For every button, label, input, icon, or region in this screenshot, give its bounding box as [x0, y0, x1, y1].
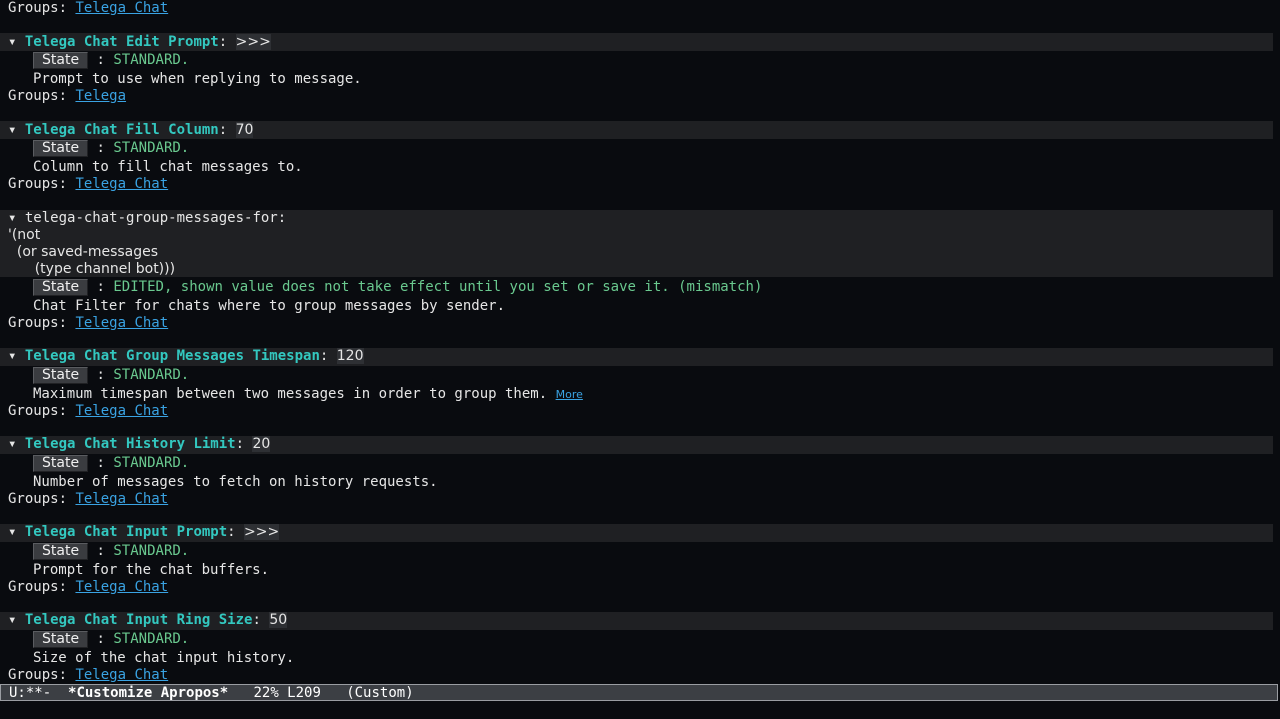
- buffer-position: 22% L209: [253, 685, 321, 701]
- option-header-edit-prompt: ▾ Telega Chat Edit Prompt: >>>: [8, 34, 271, 50]
- groups-line: Groups: Telega Chat: [8, 667, 169, 683]
- option-name: telega-chat-group-messages-for:: [24, 210, 287, 226]
- group-link[interactable]: Telega Chat: [75, 315, 168, 331]
- collapse-triangle-icon[interactable]: ▾: [8, 436, 16, 452]
- group-link[interactable]: Telega Chat: [75, 176, 168, 192]
- option-value-field[interactable]: 20: [252, 436, 271, 452]
- option-header-input-ring-size: ▾ Telega Chat Input Ring Size: 50: [8, 612, 288, 628]
- state-text: EDITED, shown value does not take effect…: [113, 279, 763, 295]
- option-value-field[interactable]: 70: [235, 122, 254, 138]
- group-link[interactable]: Telega Chat: [75, 579, 168, 595]
- state-line: State : STANDARD.: [33, 542, 189, 560]
- option-name: Telega Chat Edit Prompt: [24, 34, 219, 50]
- state-button[interactable]: State: [33, 455, 89, 472]
- option-header-fill-column: ▾ Telega Chat Fill Column: 70: [8, 122, 254, 138]
- buffer-name[interactable]: *Customize Apropos*: [68, 685, 228, 701]
- groups-line: Groups: Telega Chat: [8, 176, 169, 192]
- collapse-triangle-icon[interactable]: ▾: [8, 210, 16, 226]
- group-link[interactable]: Telega Chat: [75, 491, 168, 507]
- state-text: STANDARD.: [113, 543, 190, 559]
- option-value-field[interactable]: 50: [269, 612, 288, 628]
- state-line: State : STANDARD.: [33, 630, 189, 648]
- state-line: State : STANDARD.: [33, 51, 189, 69]
- customize-buffer: Groups: Telega Chat ▾ Telega Chat Edit P…: [0, 0, 1280, 684]
- option-name: Telega Chat Input Ring Size: [24, 612, 253, 628]
- option-name: Telega Chat History Limit: [24, 436, 236, 452]
- state-button[interactable]: State: [33, 140, 89, 157]
- state-line: State : STANDARD.: [33, 366, 189, 384]
- option-doc: Maximum timespan between two messages in…: [33, 386, 548, 402]
- option-header-history-limit: ▾ Telega Chat History Limit: 20: [8, 436, 271, 452]
- minibuffer[interactable]: [0, 702, 1280, 719]
- option-doc: Number of messages to fetch on history r…: [33, 474, 438, 490]
- groups-line: Groups: Telega Chat: [8, 315, 169, 331]
- option-doc: Column to fill chat messages to.: [33, 159, 303, 175]
- state-text: STANDARD.: [113, 140, 190, 156]
- collapse-triangle-icon[interactable]: ▾: [8, 122, 16, 138]
- option-value-field[interactable]: 120: [336, 348, 364, 364]
- collapse-triangle-icon[interactable]: ▾: [8, 348, 16, 364]
- option-value-line[interactable]: '(not: [8, 226, 40, 244]
- state-line: State : EDITED, shown value does not tak…: [33, 278, 762, 296]
- option-value-line[interactable]: (or saved-messages: [8, 243, 158, 261]
- state-text: STANDARD.: [113, 455, 190, 471]
- group-link[interactable]: Telega Chat: [75, 403, 168, 419]
- groups-line: Groups: Telega: [8, 88, 127, 104]
- state-button[interactable]: State: [33, 543, 89, 560]
- option-doc-line: Maximum timespan between two messages in…: [33, 385, 583, 403]
- state-button[interactable]: State: [33, 52, 89, 69]
- state-text: STANDARD.: [113, 367, 190, 383]
- collapse-triangle-icon[interactable]: ▾: [8, 612, 16, 628]
- groups-line: Groups: Telega Chat: [8, 579, 169, 595]
- option-value-field[interactable]: >>>: [244, 524, 280, 540]
- state-button[interactable]: State: [33, 631, 89, 648]
- option-header-input-prompt: ▾ Telega Chat Input Prompt: >>>: [8, 524, 280, 540]
- major-mode[interactable]: (Custom): [346, 685, 413, 701]
- option-header-group-messages-for: ▾ telega-chat-group-messages-for:: [8, 209, 286, 227]
- option-name: Telega Chat Group Messages Timespan: [24, 348, 320, 364]
- option-doc: Chat Filter for chats where to group mes…: [33, 298, 506, 314]
- groups-line: Groups: Telega Chat: [8, 491, 169, 507]
- option-name: Telega Chat Fill Column: [24, 122, 219, 138]
- option-doc: Prompt to use when replying to message.: [33, 71, 362, 87]
- state-button[interactable]: State: [33, 367, 89, 384]
- option-value-field[interactable]: >>>: [235, 34, 271, 50]
- option-header-timespan: ▾ Telega Chat Group Messages Timespan: 1…: [8, 348, 364, 364]
- group-link[interactable]: Telega: [75, 88, 126, 104]
- option-name: Telega Chat Input Prompt: [24, 524, 228, 540]
- more-link[interactable]: More: [556, 388, 583, 401]
- group-link[interactable]: Telega Chat: [75, 0, 168, 16]
- buffer-status: U:**-: [9, 685, 52, 701]
- groups-line: Groups: Telega Chat: [8, 0, 169, 16]
- state-line: State : STANDARD.: [33, 454, 189, 472]
- state-text: STANDARD.: [113, 52, 190, 68]
- groups-line: Groups: Telega Chat: [8, 403, 169, 419]
- state-text: STANDARD.: [113, 631, 190, 647]
- mode-line: U:**- *Customize Apropos* 22% L209 (Cust…: [0, 684, 1278, 701]
- state-button[interactable]: State: [33, 279, 89, 296]
- group-link[interactable]: Telega Chat: [75, 667, 168, 683]
- option-value-line[interactable]: (type channel bot))): [8, 260, 175, 278]
- collapse-triangle-icon[interactable]: ▾: [8, 524, 16, 540]
- state-line: State : STANDARD.: [33, 139, 189, 157]
- option-doc: Prompt for the chat buffers.: [33, 562, 270, 578]
- collapse-triangle-icon[interactable]: ▾: [8, 34, 16, 50]
- option-doc: Size of the chat input history.: [33, 650, 295, 666]
